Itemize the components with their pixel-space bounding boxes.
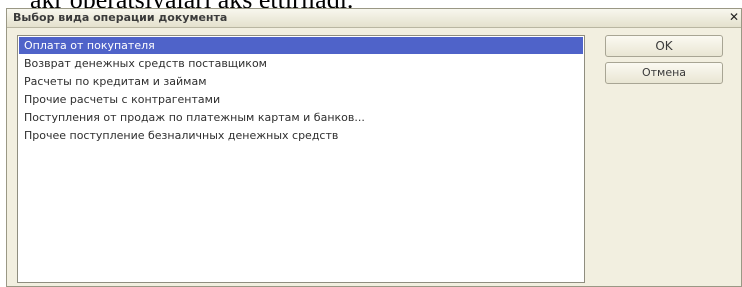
- dialog-titlebar: Выбор вида операции документа ✕: [7, 9, 741, 28]
- list-item[interactable]: Прочие расчеты с контрагентами: [19, 91, 583, 108]
- list-item[interactable]: Поступления от продаж по платежным карта…: [19, 109, 583, 126]
- operation-type-dialog: Выбор вида операции документа ✕ Оплата о…: [6, 8, 742, 287]
- cancel-button[interactable]: Отмена: [605, 62, 723, 84]
- list-item[interactable]: Оплата от покупателя: [19, 37, 583, 54]
- ok-button[interactable]: OK: [605, 35, 723, 57]
- list-item[interactable]: Расчеты по кредитам и займам: [19, 73, 583, 90]
- list-item[interactable]: Возврат денежных средств поставщиком: [19, 55, 583, 72]
- close-icon[interactable]: ✕: [729, 10, 739, 24]
- operation-type-list[interactable]: Оплата от покупателя Возврат денежных ср…: [17, 35, 585, 283]
- dialog-title: Выбор вида операции документа: [13, 11, 228, 24]
- list-item[interactable]: Прочее поступление безналичных денежных …: [19, 127, 583, 144]
